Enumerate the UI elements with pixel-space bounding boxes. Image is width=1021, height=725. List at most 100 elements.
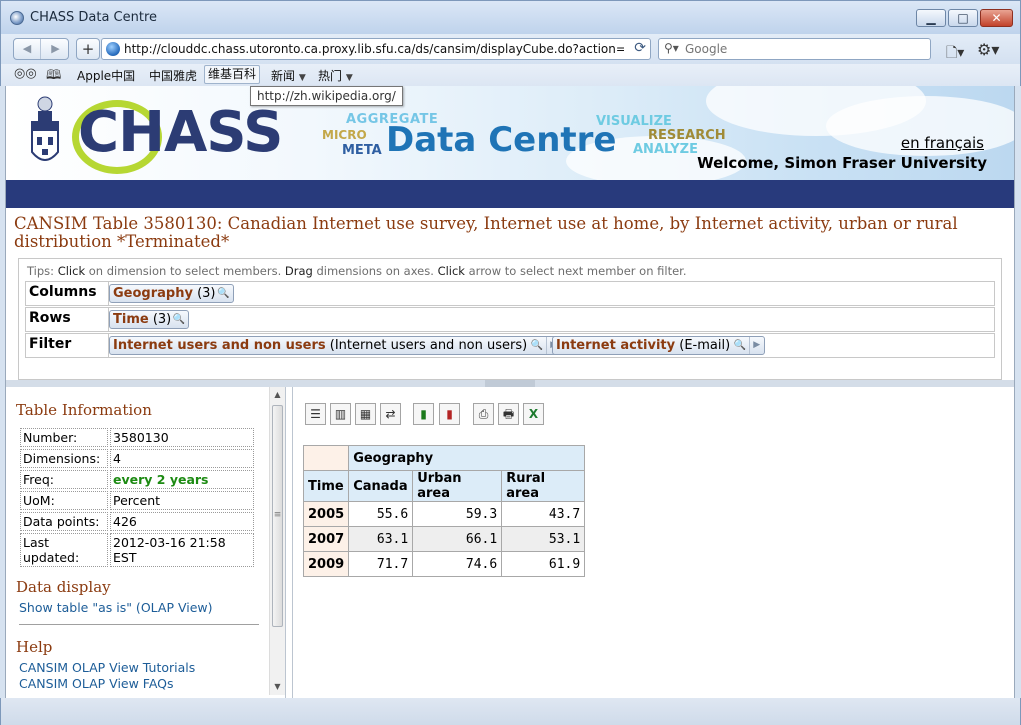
- magnifier-icon[interactable]: 🔍: [734, 337, 746, 354]
- layout-list-icon[interactable]: ☰: [305, 403, 326, 425]
- bookmark-apple[interactable]: Apple中国: [77, 67, 135, 84]
- scroll-down-icon[interactable]: ▼: [270, 679, 285, 695]
- bookmarks-bar: ◎◎ 🕮 Apple中国 中国雅虎 维基百科 新闻 ▼ 热门 ▼: [0, 64, 1021, 86]
- navigation-bar: ◀ ▶ + http://clouddc.chass.utoronto.ca.p…: [0, 34, 1021, 64]
- table-info-heading: Table Information: [16, 401, 152, 419]
- rows-row: Rows Time (3) 🔍: [25, 307, 995, 332]
- divider: [19, 624, 259, 625]
- tips-click2: Click: [437, 264, 465, 278]
- layout-columns-icon[interactable]: ▥: [330, 403, 351, 425]
- columns-dropzone[interactable]: Geography (3) 🔍: [108, 282, 994, 305]
- table-cell: 63.1: [348, 526, 414, 552]
- show-table-as-is-link[interactable]: Show table "as is" (OLAP View): [19, 600, 213, 615]
- bookmark-wikipedia[interactable]: 维基百科: [204, 65, 261, 84]
- scroll-up-icon[interactable]: ▲: [270, 387, 285, 403]
- filter-label: Filter: [29, 336, 72, 352]
- magnifier-icon[interactable]: 🔍: [217, 285, 229, 302]
- reload-icon[interactable]: ⟳: [634, 40, 646, 56]
- close-button[interactable]: ✕: [980, 9, 1013, 27]
- plus-icon: +: [81, 40, 95, 58]
- bookmark-yahoo[interactable]: 中国雅虎: [149, 67, 197, 84]
- welcome-message: Welcome, Simon Fraser University: [697, 154, 987, 172]
- table-cell: 55.6: [348, 501, 414, 527]
- left-sidebar: Table Information Number: 3580130 Dimensi…: [6, 387, 286, 698]
- column-header[interactable]: Rural area: [501, 470, 586, 502]
- info-key: Freq:: [20, 470, 108, 489]
- magnifier-icon[interactable]: 🔍: [531, 337, 543, 354]
- table-info: Number: 3580130 Dimensions: 4 Freq: every 2…: [18, 426, 256, 569]
- add-bookmark-button[interactable]: +: [76, 38, 100, 60]
- row-dimension-header[interactable]: Time: [302, 470, 350, 502]
- olap-tutorials-link[interactable]: CANSIM OLAP View Tutorials: [19, 660, 195, 675]
- info-key: Dimensions:: [20, 449, 108, 468]
- data-display-heading: Data display: [16, 578, 111, 596]
- print-icon[interactable]: 🖶: [498, 403, 519, 425]
- info-value: 4: [110, 449, 254, 468]
- back-button[interactable]: ◀: [14, 39, 41, 59]
- bar-chart-icon[interactable]: ▮: [413, 403, 434, 425]
- sidebar-scrollbar[interactable]: ▲ ≡ ▼: [269, 387, 285, 695]
- stacked-chart-icon[interactable]: ▮: [439, 403, 460, 425]
- table-cell: 74.6: [412, 551, 503, 577]
- maximize-button[interactable]: □: [948, 9, 978, 27]
- search-box[interactable]: ⚲▾: [658, 38, 931, 60]
- minimize-button[interactable]: ▁: [916, 9, 946, 27]
- bookmark-popular-label: 热门: [318, 69, 343, 83]
- column-dimension-header[interactable]: Geography: [348, 445, 586, 471]
- internet-users-chip-name: Internet users and non users: [113, 338, 326, 353]
- column-header[interactable]: Urban area: [412, 470, 503, 502]
- olap-faqs-link[interactable]: CANSIM OLAP View FAQs: [19, 676, 174, 691]
- url-text[interactable]: http://clouddc.chass.utoronto.ca.proxy.l…: [124, 42, 624, 56]
- column-header[interactable]: Canada: [348, 470, 414, 502]
- bookmark-popular[interactable]: 热门 ▼: [318, 67, 353, 84]
- info-row: UoM: Percent: [20, 491, 254, 510]
- chass-banner: CHASS AGGREGATE MICRO META Data Centre V…: [6, 86, 1014, 180]
- table-row: 2005 55.6 59.3 43.7: [302, 501, 586, 527]
- rows-label: Rows: [29, 310, 71, 326]
- bookmark-news[interactable]: 新闻 ▼: [271, 67, 306, 84]
- excel-export-icon[interactable]: X: [523, 403, 544, 425]
- geography-chip-name: Geography: [113, 286, 193, 301]
- time-chip-count: (3): [152, 312, 172, 327]
- filter-dropzone[interactable]: Internet users and non users (Internet u…: [108, 334, 994, 357]
- window-title: CHASS Data Centre: [30, 10, 158, 25]
- gear-icon[interactable]: ⚙▾: [977, 40, 999, 59]
- row-header[interactable]: 2007: [302, 526, 350, 552]
- geography-chip[interactable]: Geography (3) 🔍: [109, 284, 234, 303]
- print-preview-icon[interactable]: ⎙: [473, 403, 494, 425]
- internet-users-chip-value: (Internet users and non users): [329, 338, 528, 353]
- swap-axes-icon[interactable]: ⇄: [380, 403, 401, 425]
- row-header[interactable]: 2009: [302, 551, 350, 577]
- magnifier-icon[interactable]: 🔍: [173, 311, 185, 328]
- scrollbar-thumb[interactable]: ≡: [272, 405, 283, 627]
- info-key: UoM:: [20, 491, 108, 510]
- layout-grid-icon[interactable]: ▦: [355, 403, 376, 425]
- time-chip[interactable]: Time (3) 🔍: [109, 310, 190, 329]
- data-view-panel: ☰ ▥ ▦ ⇄ ▮ ▮ ⎙ 🖶 X Geography Time Canada …: [292, 387, 1014, 698]
- window-titlebar: CHASS Data Centre ▁ □ ✕: [0, 0, 1021, 34]
- reader-glasses-icon[interactable]: ◎◎: [14, 66, 37, 81]
- internet-activity-chip-name: Internet activity: [556, 338, 676, 353]
- rows-dropzone[interactable]: Time (3) 🔍: [108, 308, 994, 331]
- address-bar[interactable]: http://clouddc.chass.utoronto.ca.proxy.l…: [101, 38, 651, 60]
- internet-activity-chip[interactable]: Internet activity (E-mail) 🔍 ▶: [552, 336, 766, 355]
- table-cell: 59.3: [412, 501, 503, 527]
- internet-activity-chip-value: (E-mail): [679, 338, 731, 353]
- bookmarks-book-icon[interactable]: 🕮: [46, 66, 61, 88]
- internet-users-chip[interactable]: Internet users and non users (Internet u…: [109, 336, 563, 355]
- info-key: Data points:: [20, 512, 108, 531]
- next-member-arrow-icon[interactable]: ▶: [749, 337, 763, 354]
- search-input[interactable]: [685, 41, 925, 57]
- row-header[interactable]: 2005: [302, 501, 350, 527]
- minimize-icon: ▁: [926, 11, 936, 25]
- french-language-link[interactable]: en français: [901, 134, 984, 152]
- tips-prefix: Tips:: [27, 264, 55, 278]
- status-bar: [0, 698, 1021, 725]
- columns-label: Columns: [29, 284, 97, 300]
- splitter-grip[interactable]: [485, 380, 535, 387]
- page-menu-icon[interactable]: 🗋▾: [946, 42, 964, 66]
- forward-button[interactable]: ▶: [42, 39, 69, 59]
- panel-splitter[interactable]: [6, 380, 1014, 387]
- table-row: 2009 71.7 74.6 61.9: [302, 551, 586, 577]
- university-crest-icon: [31, 96, 59, 161]
